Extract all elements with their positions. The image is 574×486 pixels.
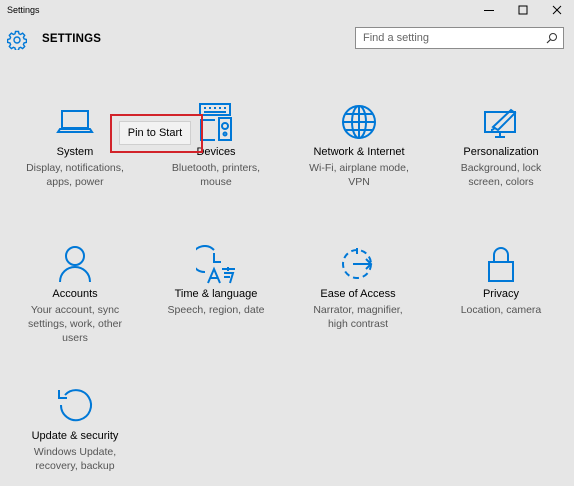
category-ease-of-access[interactable]: Ease of Access Narrator, magnifier, high …: [294, 245, 422, 335]
minimize-button[interactable]: [472, 0, 506, 22]
category-name: Privacy: [482, 288, 520, 300]
category-personalization[interactable]: Personalization Background, lock screen, …: [437, 103, 565, 193]
category-update-security[interactable]: Update & security Windows Update, recover…: [11, 387, 139, 477]
person-icon: [59, 246, 91, 283]
category-time-language[interactable]: Time & language Speech, region, date: [152, 245, 280, 335]
laptop-icon: [56, 110, 94, 133]
page-title: SETTINGS: [42, 33, 102, 45]
search-input[interactable]: [356, 28, 541, 48]
ease-of-access-icon: [342, 248, 373, 279]
window-title: Settings: [7, 5, 40, 15]
category-accounts[interactable]: Accounts Your account, sync settings, wor…: [11, 245, 139, 349]
category-description: Display, notifications, apps, power: [26, 162, 124, 188]
time-language-icon: [196, 245, 235, 284]
category-description: Speech, region, date: [167, 304, 265, 316]
close-button[interactable]: [540, 0, 574, 22]
maximize-button[interactable]: [506, 0, 540, 22]
search-box[interactable]: [355, 27, 564, 49]
category-network[interactable]: Network & Internet Wi-Fi, airplane mode,…: [295, 103, 423, 193]
category-description: Your account, sync settings, work, other u…: [28, 304, 122, 344]
category-description: Wi-Fi, airplane mode, VPN: [309, 162, 409, 188]
category-name: Time & language: [174, 288, 258, 300]
category-name: Ease of Access: [320, 288, 396, 300]
category-description: Bluetooth, printers, mouse: [171, 162, 261, 188]
category-name: Update & security: [31, 430, 119, 442]
globe-icon: [342, 105, 376, 139]
minimize-icon: [484, 10, 494, 11]
category-name: Accounts: [52, 288, 98, 300]
category-description: Narrator, magnifier, high contrast: [313, 304, 403, 330]
category-description: Windows Update, recovery, backup: [33, 446, 117, 472]
pin-to-start-menu-item[interactable]: Pin to Start: [119, 121, 191, 145]
search-icon[interactable]: [546, 32, 558, 44]
maximize-icon: [518, 5, 528, 15]
category-description: Location, camera: [460, 304, 542, 316]
category-name: Network & Internet: [313, 146, 405, 158]
category-description: Background, lock screen, colors: [460, 162, 542, 188]
refresh-icon: [58, 389, 92, 422]
personalization-icon: [484, 108, 517, 138]
category-name: Personalization: [463, 146, 539, 158]
close-icon: [552, 5, 562, 15]
lock-icon: [488, 247, 514, 282]
gear-icon: [7, 30, 27, 50]
title-bar: Settings: [0, 0, 574, 22]
category-privacy[interactable]: Privacy Location, camera: [437, 245, 565, 335]
